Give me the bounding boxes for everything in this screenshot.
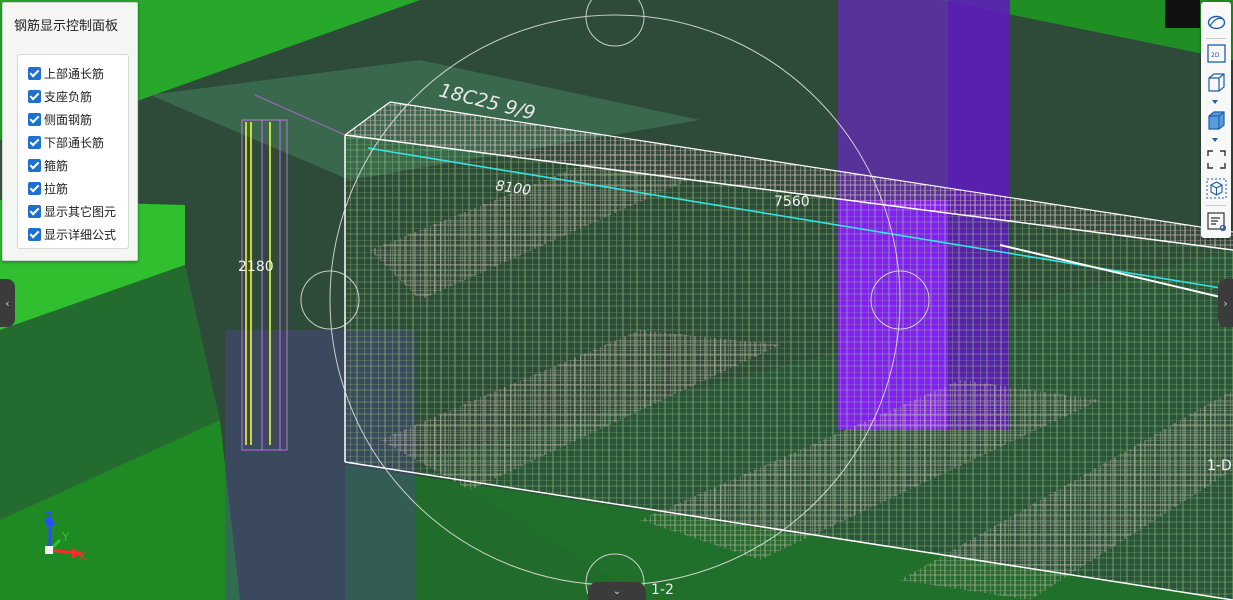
option-label: 拉筋 [44, 181, 69, 196]
toolbar-divider [1206, 205, 1226, 206]
option-label: 上部通长筋 [44, 66, 105, 81]
toolbar-divider [1206, 38, 1226, 39]
option-show-other-elements[interactable]: 显示其它图元 [28, 201, 116, 221]
options-group: 上部通长筋 支座负筋 侧面钢筋 下部通长筋 箍筋 拉筋 显示其它图元 显示详细公… [17, 54, 129, 249]
svg-text:2D: 2D [1211, 52, 1220, 59]
axis-z-label: Z [44, 510, 52, 524]
3d-viewport[interactable]: 18C25 9/9 8100 7560 2180 1-D 1-2 Z Y X [0, 0, 1233, 600]
option-label: 显示详细公式 [44, 227, 117, 242]
option-bottom-continuous-rebar[interactable]: 下部通长筋 [28, 132, 104, 152]
length-right-label: 7560 [774, 194, 810, 210]
bottom-collapse-tab[interactable]: ⌄ [588, 582, 646, 600]
option-label: 箍筋 [44, 158, 69, 173]
checkbox-checked-icon[interactable] [28, 181, 41, 195]
checkbox-checked-icon[interactable] [28, 135, 41, 149]
option-label: 支座负筋 [44, 89, 93, 104]
checkbox-checked-icon[interactable] [28, 204, 41, 218]
right-collapse-tab[interactable]: › [1218, 279, 1233, 327]
view-toolbar: 2D [1201, 2, 1231, 238]
option-stirrup[interactable]: 箍筋 [28, 155, 68, 175]
detail-list-icon[interactable] [1206, 211, 1227, 232]
option-label: 侧面钢筋 [44, 112, 93, 127]
box-solid-icon[interactable] [1206, 110, 1227, 131]
axis-y-label: Y [61, 530, 70, 544]
checkbox-checked-icon[interactable] [28, 89, 41, 103]
box-view-icon[interactable] [1206, 72, 1227, 93]
grid-label: 1-2 [651, 582, 674, 598]
2d-view-icon[interactable]: 2D [1206, 43, 1227, 64]
option-top-continuous-rebar[interactable]: 上部通长筋 [28, 63, 104, 83]
axis-label: 1-D [1207, 458, 1232, 474]
checkbox-checked-icon[interactable] [28, 112, 41, 126]
chevron-down-icon[interactable] [1212, 138, 1218, 142]
rebar-display-control-panel: 钢筋显示控制面板 上部通长筋 支座负筋 侧面钢筋 下部通长筋 箍筋 拉筋 显示其… [2, 2, 138, 261]
panel-title: 钢筋显示控制面板 [14, 19, 119, 34]
axis-x-label: X [78, 549, 86, 563]
option-tie-bar[interactable]: 拉筋 [28, 178, 68, 198]
option-side-rebar[interactable]: 侧面钢筋 [28, 109, 92, 129]
option-show-detailed-formula[interactable]: 显示详细公式 [28, 224, 116, 244]
orbit-icon[interactable] [1206, 12, 1227, 33]
checkbox-checked-icon[interactable] [28, 227, 41, 241]
chevron-down-icon[interactable] [1212, 100, 1218, 104]
checkbox-checked-icon[interactable] [28, 66, 41, 80]
option-label: 下部通长筋 [44, 135, 105, 150]
option-label: 显示其它图元 [44, 204, 117, 219]
checkbox-checked-icon[interactable] [28, 158, 41, 172]
fit-extent-icon[interactable] [1206, 149, 1227, 170]
cube-select-icon[interactable] [1206, 178, 1227, 199]
left-collapse-tab[interactable]: ‹ [0, 279, 15, 327]
height-label: 2180 [238, 259, 274, 275]
option-support-negative-rebar[interactable]: 支座负筋 [28, 86, 92, 106]
